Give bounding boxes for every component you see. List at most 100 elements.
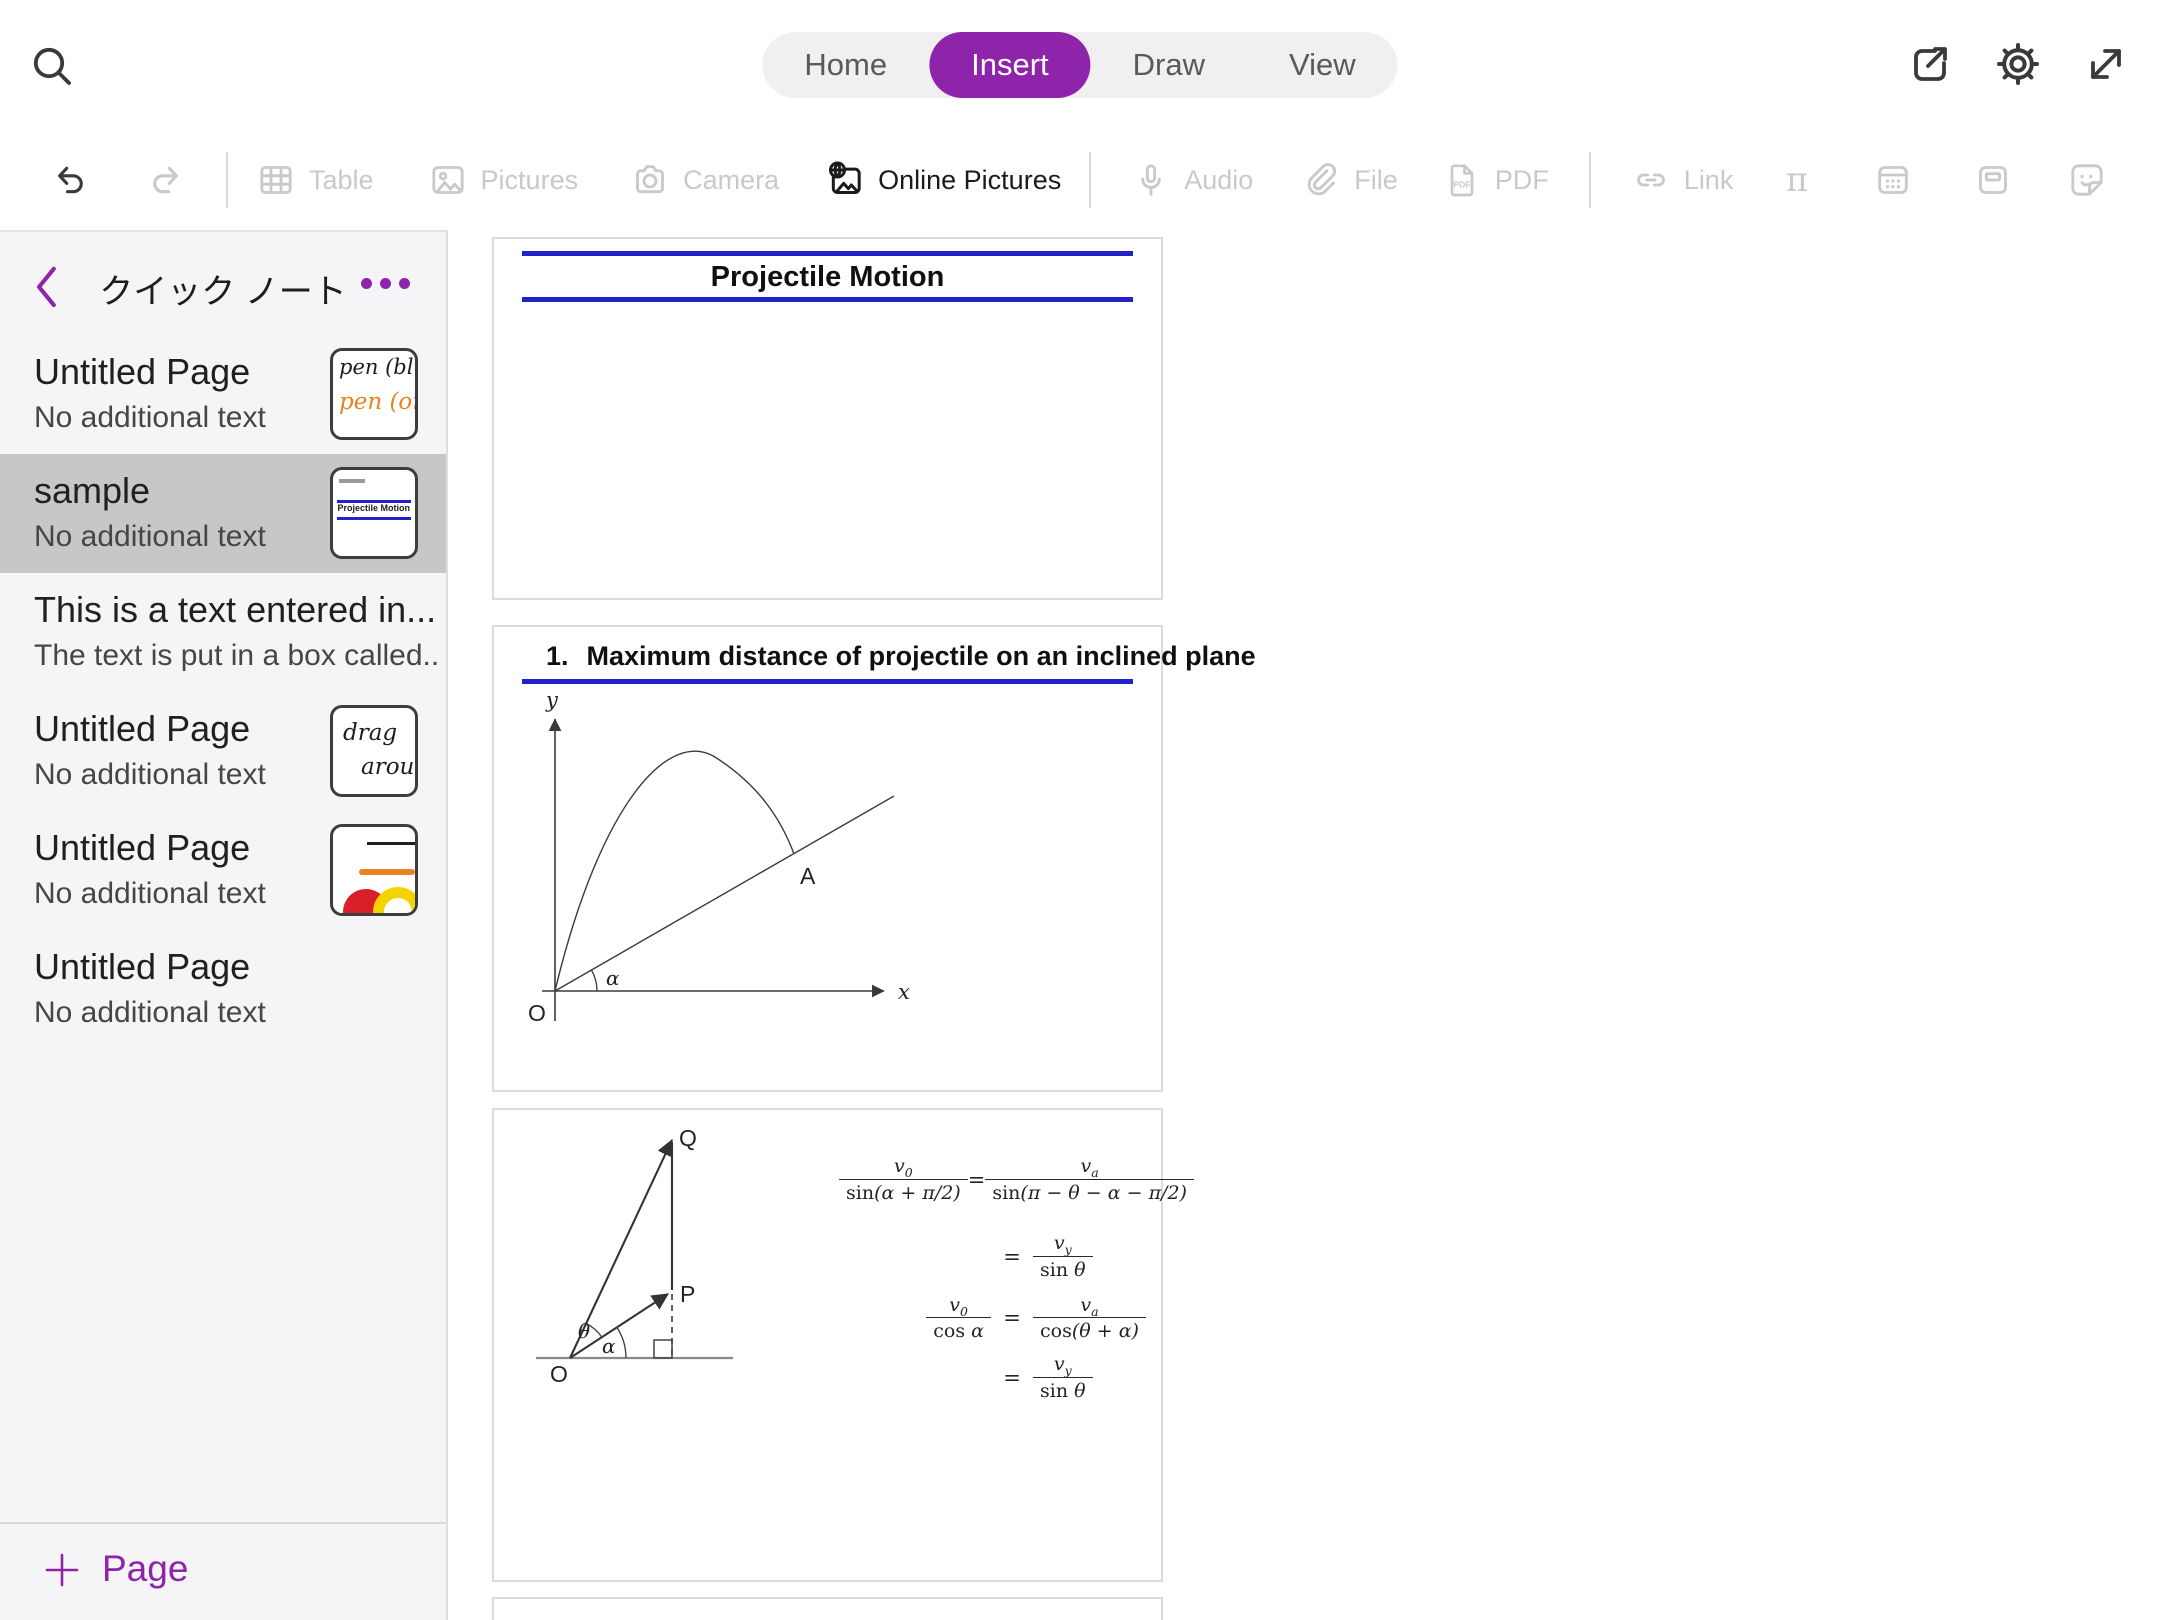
pdf-icon: PDF <box>1442 160 1482 200</box>
pdf-badge-text: PDF <box>1453 180 1470 190</box>
page-thumbnail: pen (bl pen (ora <box>330 348 418 440</box>
tab-draw[interactable]: Draw <box>1091 32 1247 98</box>
link-button[interactable]: Link <box>1631 160 1734 200</box>
plus-icon <box>42 1550 82 1590</box>
tab-home[interactable]: Home <box>762 32 929 98</box>
section-underline <box>522 679 1133 684</box>
equation-row: = vy sin θ <box>839 1231 1151 1282</box>
page-title: sample <box>34 470 306 512</box>
name-tag-button[interactable] <box>1973 160 2013 200</box>
online-pictures-icon <box>825 160 865 200</box>
link-label: Link <box>1684 165 1734 196</box>
theta-label: θ <box>578 1319 590 1343</box>
trajectory-curve <box>555 751 794 991</box>
pictures-label: Pictures <box>481 165 579 196</box>
onenote-app: { "colors": { "accent_purple": "#8E24AA"… <box>0 0 2160 1620</box>
point-p-label: P <box>680 1281 695 1307</box>
title-rule-bottom <box>522 297 1133 302</box>
search-icon <box>28 42 76 90</box>
inclined-plane-line <box>555 796 894 991</box>
pdf-label: PDF <box>1495 165 1549 196</box>
top-bar: Home Insert Draw View <box>0 0 2160 230</box>
settings-button[interactable] <box>1994 40 2042 88</box>
more-options-button[interactable] <box>361 278 410 289</box>
page-thumbnail: drag arou <box>330 705 418 797</box>
redo-icon <box>146 160 186 200</box>
title-rule-top <box>522 251 1133 256</box>
equation-row: v0 cos α = va cos(θ + α) <box>839 1293 1151 1344</box>
table-label: Table <box>309 165 374 196</box>
gear-icon <box>1994 40 2042 88</box>
note-block-section1[interactable]: 1. Maximum distance of projectile on an … <box>492 625 1163 1092</box>
name-tag-icon <box>1973 160 2013 200</box>
table-icon <box>256 160 296 200</box>
share-icon <box>1906 40 1954 88</box>
note-page-title: Projectile Motion <box>494 261 1161 294</box>
page-title: Untitled Page <box>34 351 306 393</box>
ribbon-divider <box>226 152 228 208</box>
page-list-item[interactable]: Untitled Page No additional text <box>0 930 446 1049</box>
more-options-icon <box>361 278 372 289</box>
search-button[interactable] <box>28 42 76 90</box>
equation-block: v0 sin(α + π/2) = va sin(π − θ − α − π/2… <box>839 1154 1151 1404</box>
audio-button[interactable]: Audio <box>1131 160 1253 200</box>
microphone-icon <box>1131 160 1171 200</box>
file-button[interactable]: File <box>1301 160 1398 200</box>
add-page-label: Page <box>102 1548 188 1590</box>
sticker-button[interactable] <box>2067 160 2107 200</box>
ribbon-tab-bar: Home Insert Draw View <box>762 32 1397 98</box>
page-subtitle: No additional text <box>34 520 306 554</box>
ribbon-divider <box>1089 152 1091 208</box>
section-number: 1. <box>546 641 569 672</box>
page-title: Untitled Page <box>34 946 438 988</box>
file-label: File <box>1354 165 1398 196</box>
table-button[interactable]: Table <box>256 160 374 200</box>
pictures-button[interactable]: Pictures <box>428 160 579 200</box>
note-block-title[interactable]: Projectile Motion <box>492 237 1163 600</box>
page-thumbnail: Projectile Motion <box>330 467 418 559</box>
page-subtitle: No additional text <box>34 401 306 435</box>
undo-icon <box>50 160 90 200</box>
date-button[interactable] <box>1873 160 1913 200</box>
undo-button[interactable] <box>50 160 90 200</box>
section-heading: 1. Maximum distance of projectile on an … <box>546 641 1256 672</box>
page-subtitle: No additional text <box>34 877 306 911</box>
paperclip-icon <box>1301 160 1341 200</box>
tab-view[interactable]: View <box>1247 32 1398 98</box>
equation-row: = vy sin θ <box>839 1352 1151 1403</box>
thumbnail-date-bar <box>339 479 365 483</box>
origin-label: O <box>550 1361 568 1387</box>
page-list-item[interactable]: Untitled Page No additional text <box>0 811 446 930</box>
note-block-next[interactable] <box>492 1597 1163 1620</box>
equation-row: v0 sin(α + π/2) = va sin(π − θ − α − π/2… <box>839 1154 1151 1205</box>
y-axis-label: y <box>545 691 559 712</box>
sidebar-header: クイック ノート <box>0 232 446 335</box>
pictures-icon <box>428 160 468 200</box>
page-list-item[interactable]: Untitled Page No additional text pen (bl… <box>0 335 446 454</box>
note-block-vectors[interactable]: θ α Q P O v0 sin(α + π/2) = va sin(π − θ… <box>492 1108 1163 1582</box>
x-axis-label: x <box>898 980 910 1004</box>
ribbon-divider <box>1589 152 1591 208</box>
page-list-item[interactable]: This is a text entered in... The text is… <box>0 573 446 692</box>
point-q-label: Q <box>679 1126 697 1151</box>
equation-button[interactable]: π <box>1777 160 1817 200</box>
page-subtitle: No additional text <box>34 758 306 792</box>
share-button[interactable] <box>1906 40 1954 88</box>
tab-insert[interactable]: Insert <box>929 32 1091 98</box>
page-list-item-selected[interactable]: sample No additional text Projectile Mot… <box>0 454 446 573</box>
page-list-item[interactable]: Untitled Page No additional text drag ar… <box>0 692 446 811</box>
page-title: This is a text entered in... <box>34 589 438 631</box>
window-actions <box>1906 40 2130 88</box>
pdf-button[interactable]: PDF PDF <box>1442 160 1549 200</box>
projectile-figure: y x O A α <box>522 691 922 1036</box>
fullscreen-button[interactable] <box>2082 40 2130 88</box>
link-icon <box>1631 160 1671 200</box>
redo-button[interactable] <box>146 160 186 200</box>
alpha-label: α <box>606 966 620 990</box>
sticker-icon <box>2067 160 2107 200</box>
equation-pi-icon: π <box>1777 160 1817 200</box>
page-subtitle: The text is put in a box called... <box>34 639 438 673</box>
add-page-button[interactable]: Page <box>0 1522 446 1620</box>
online-pictures-button[interactable]: Online Pictures <box>825 160 1061 200</box>
camera-button[interactable]: Camera <box>630 160 779 200</box>
